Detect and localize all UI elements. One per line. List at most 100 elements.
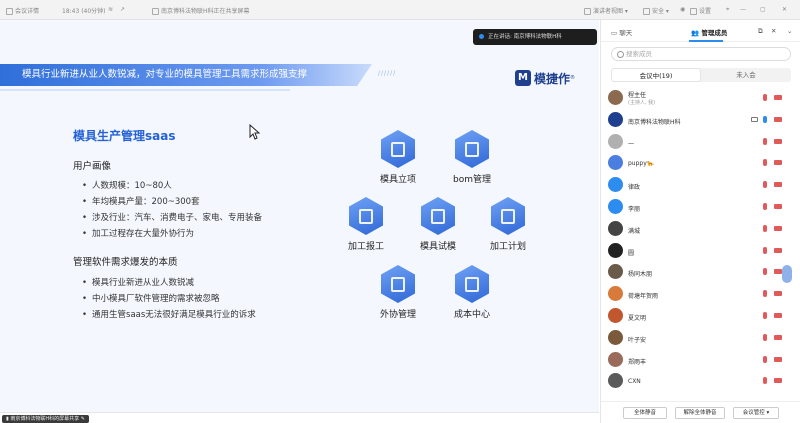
camera-icon[interactable] [774, 291, 782, 297]
ledger-icon [455, 265, 489, 303]
camera-icon[interactable] [774, 204, 782, 209]
unmute-all-button[interactable]: 解除全体静音 [675, 407, 725, 419]
microphone-icon[interactable] [763, 224, 767, 232]
list-item: 中小模具厂软件管理的需求被忽略 [82, 292, 220, 304]
camera-icon[interactable] [774, 182, 782, 188]
member-row[interactable]: 叶子安 [601, 327, 800, 349]
microphone-icon[interactable] [763, 312, 767, 319]
record-icon[interactable]: ◉ [680, 6, 685, 13]
popout-icon[interactable]: ⧉ [758, 27, 763, 36]
microphone-icon[interactable] [763, 181, 767, 189]
member-name: 程主任 [628, 92, 647, 99]
meeting-time: 18:43 (40分钟) [62, 8, 106, 15]
member-name: 荷塘年贺雨 [628, 293, 659, 301]
settings-button[interactable]: 设置 [690, 6, 711, 15]
member-row[interactable]: 夏文明 [601, 305, 800, 327]
security-button[interactable]: 安全 ▾ [643, 6, 669, 15]
avatar [608, 351, 623, 367]
camera-icon[interactable] [774, 160, 782, 166]
section-heading-demand: 管理软件需求爆发的本质 [73, 257, 178, 268]
microphone-icon[interactable] [763, 137, 767, 145]
camera-icon[interactable] [774, 225, 782, 231]
list-item: 涉及行业：汽车、消费电子、家电、专用装备 [82, 211, 262, 223]
microphone-icon[interactable] [763, 355, 767, 363]
minimize-button[interactable]: — [740, 6, 746, 13]
camera-icon[interactable] [774, 313, 782, 318]
avatar [608, 177, 623, 193]
member-row[interactable]: 程主任 (主持人, 我) [601, 87, 800, 109]
member-name: 叶子安 [628, 336, 647, 344]
member-row[interactable]: CXN [601, 370, 800, 392]
list-item: 年均模具产量：200~300套 [82, 195, 200, 207]
mute-all-button[interactable]: 全体静音 [623, 407, 667, 419]
member-row[interactable]: 满城 [601, 218, 800, 240]
close-panel-icon[interactable]: ✕ [771, 27, 776, 35]
camera-icon[interactable] [774, 269, 782, 275]
camera-icon[interactable] [774, 356, 782, 362]
logo-mark: M [515, 70, 531, 86]
database-icon [455, 130, 489, 168]
slide-banner: 模具行业新进从业人数锐减，对专业的模具管理工具需求形成强支撑 [0, 64, 372, 86]
member-row[interactable]: 一 [601, 131, 800, 153]
maximize-button[interactable]: ▢ [760, 6, 766, 13]
microphone-icon[interactable] [763, 159, 767, 167]
tab-in-meeting[interactable]: 会议中(19) [611, 68, 701, 82]
active-tab-indicator [689, 40, 723, 42]
floating-handle[interactable] [782, 265, 792, 283]
module-bom: bom管理 [427, 130, 517, 185]
mouse-cursor-icon [249, 124, 261, 140]
avatar [608, 308, 623, 323]
camera-icon[interactable] [774, 247, 782, 253]
camera-icon[interactable] [774, 95, 782, 100]
speaker-icon [479, 34, 484, 39]
camera-icon[interactable] [774, 334, 782, 340]
member-row[interactable]: 律政 [601, 174, 800, 196]
banner-underline [0, 89, 290, 91]
member-row[interactable]: puppy🐆 [601, 152, 800, 174]
avatar [608, 242, 623, 258]
member-name: 律政 [628, 184, 641, 192]
pin-icon[interactable]: ⌖ [726, 6, 729, 14]
tab-not-joined[interactable]: 未入会 [701, 68, 791, 82]
camera-icon[interactable] [774, 138, 782, 144]
camera-icon[interactable] [774, 116, 782, 122]
member-row[interactable]: 杨同木朋 [601, 261, 800, 283]
list-item: 模具行业新进从业人数锐减 [82, 276, 194, 288]
close-button[interactable]: ✕ [782, 6, 787, 13]
view-button[interactable]: 演讲者视图 ▾ [584, 6, 628, 15]
member-name: 南京博科法物联H科 [628, 118, 681, 126]
microphone-icon[interactable] [763, 377, 767, 385]
chevron-down-icon[interactable]: ⌄ [787, 27, 792, 35]
meeting-control-button[interactable]: 会议管控 ▾ [733, 407, 779, 419]
microphone-icon[interactable] [763, 203, 767, 210]
member-row[interactable]: 李丽 [601, 196, 800, 218]
gear-icon [690, 8, 697, 15]
wifi-icon: ≋ [108, 6, 114, 13]
avatar [608, 220, 623, 236]
screen-share-icon [751, 116, 758, 122]
grid-icon [584, 8, 591, 15]
document-icon [381, 130, 415, 168]
microphone-icon[interactable] [763, 268, 767, 276]
microphone-icon[interactable] [763, 115, 767, 123]
meeting-info-button[interactable]: 会议详情 [6, 6, 39, 15]
microphone-icon[interactable] [763, 290, 767, 298]
microphone-icon[interactable] [763, 333, 767, 341]
member-row[interactable]: 郑雨丰 [601, 349, 800, 371]
microphone-icon[interactable] [763, 94, 767, 101]
microphone-icon[interactable] [763, 246, 767, 254]
member-row[interactable]: 南京博科法物联H科 [601, 109, 800, 131]
share-owner-tag[interactable]: ▮ 南京博科法物联H科的屏幕共享 ✎ [2, 415, 89, 423]
member-name: 李丽 [628, 206, 641, 213]
expand-icon[interactable]: ↗ [120, 6, 125, 13]
avatar [608, 90, 623, 105]
member-row[interactable]: 圆 [601, 240, 800, 262]
search-input[interactable]: 搜索成员 [611, 47, 791, 61]
tab-members[interactable]: 👥 管理成员 [691, 27, 727, 37]
members-panel: ▭ 聊天 👥 管理成员 ⧉ ✕ ⌄ 搜索成员 会议中(19) 未入会 程主任 (主… [600, 20, 800, 423]
camera-icon[interactable] [774, 378, 782, 384]
active-speaker-indicator: 正在讲话: 南京博科法物联H科 [473, 29, 597, 45]
member-row[interactable]: 荷塘年贺雨 [601, 283, 800, 305]
tab-chat[interactable]: ▭ 聊天 [611, 27, 632, 37]
avatar [608, 133, 623, 149]
